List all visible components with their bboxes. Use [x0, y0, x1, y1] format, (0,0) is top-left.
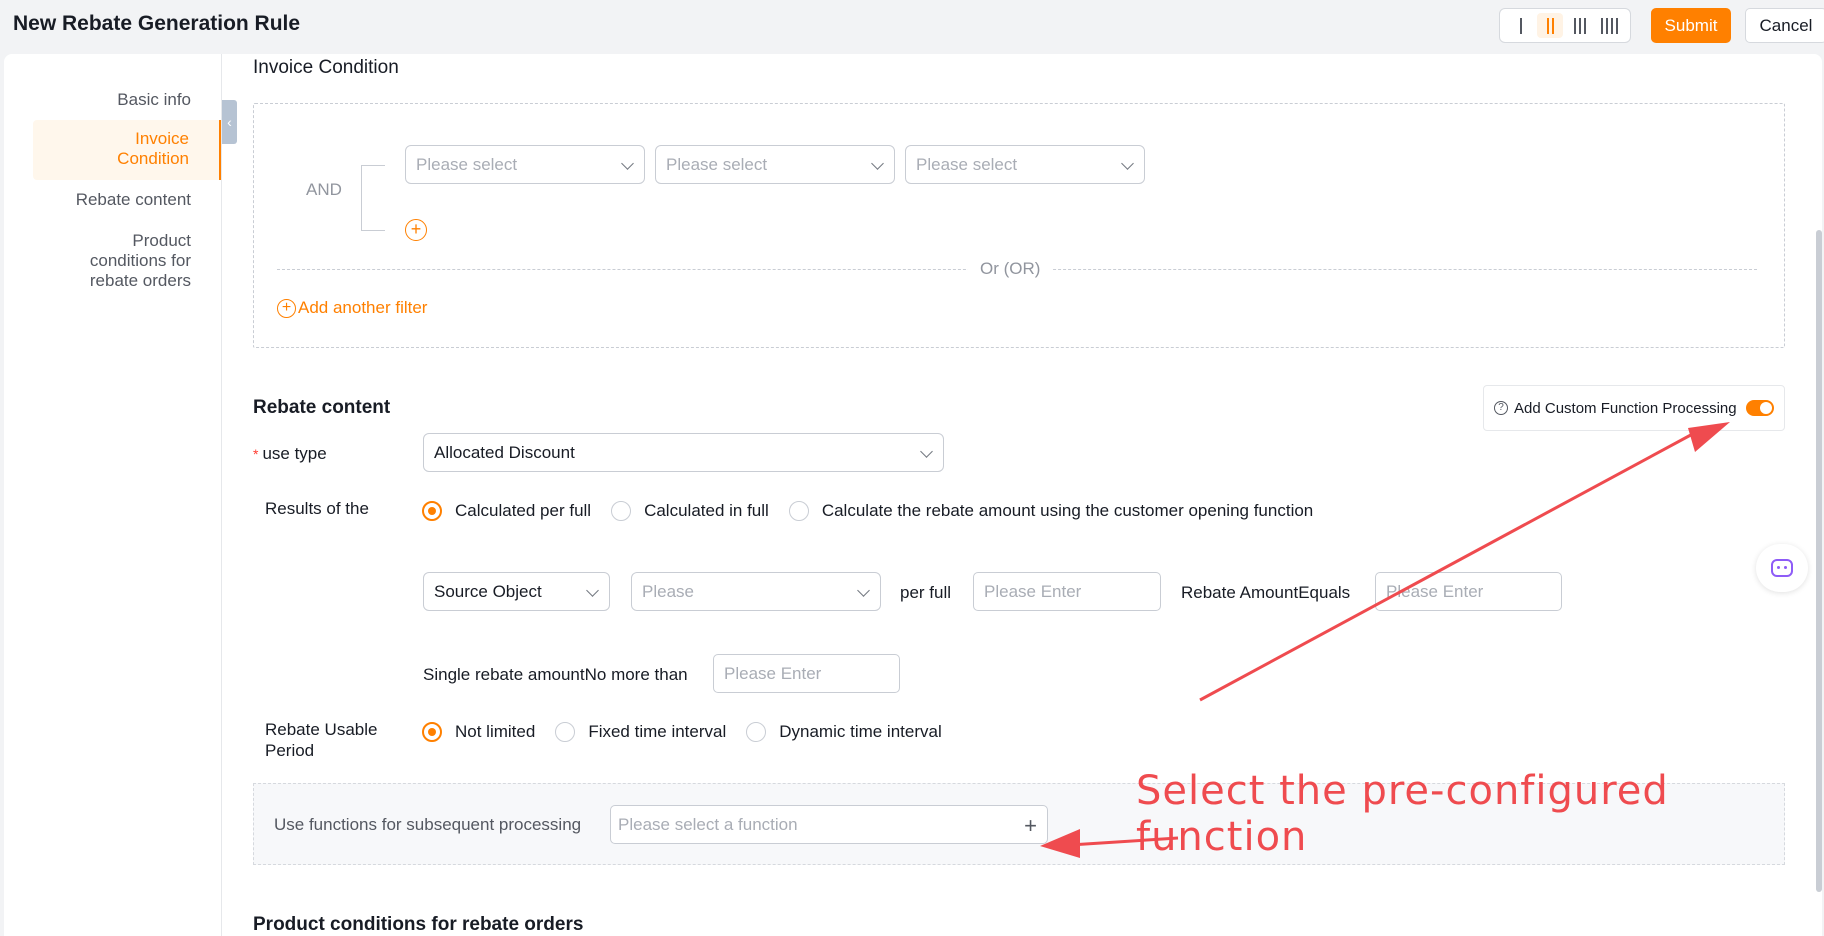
radio-label: Calculate the rebate amount using the cu… [821, 501, 1314, 520]
use-type-select[interactable]: Allocated Discount [423, 433, 944, 472]
chevron-left-icon: ‹ [227, 114, 232, 130]
chevron-down-icon [621, 157, 634, 170]
select-placeholder: Please [642, 581, 694, 601]
use-type-label-text: use type [262, 444, 327, 463]
radio-dynamic-time-interval[interactable]: Dynamic time interval [746, 722, 942, 742]
sidebar-collapse-button[interactable]: ‹ [222, 100, 237, 144]
single-rebate-label: Single rebate amountNo more than [423, 665, 688, 684]
add-condition-icon[interactable]: + [405, 219, 427, 241]
annotation-text: Select the pre-configured function [1136, 768, 1669, 860]
radio-checked-icon [422, 722, 442, 742]
page-title: New Rebate Generation Rule [13, 12, 301, 35]
chevron-down-icon [857, 584, 870, 597]
function-select[interactable]: Please select a function + [610, 805, 1048, 844]
layout-4-column-button[interactable] [1596, 13, 1622, 38]
chevron-down-icon [1121, 157, 1134, 170]
assistant-bot-button[interactable] [1756, 544, 1808, 592]
product-conditions-title: Product conditions for rebate orders [253, 914, 584, 935]
subsequent-processing-label: Use functions for subsequent processing [274, 815, 582, 834]
select-placeholder: Please select [916, 154, 1018, 174]
sidebar-item-basic-info[interactable]: Basic info [117, 90, 191, 110]
use-type-label: * use type [253, 443, 327, 465]
submit-button[interactable]: Submit [1651, 8, 1731, 43]
radio-unchecked-icon [746, 722, 767, 742]
source-object-select[interactable]: Source Object [423, 572, 610, 611]
sidebar-item-label: Invoice Condition [117, 129, 189, 168]
radio-label: Fixed time interval [588, 722, 727, 741]
usable-period-label: Rebate Usable Period [265, 720, 378, 760]
radio-label: Calculated per full [455, 501, 592, 520]
results-label: Results of the [265, 499, 369, 518]
and-bracket [361, 165, 385, 231]
chevron-down-icon [871, 157, 884, 170]
radio-unchecked-icon [611, 501, 632, 521]
and-label: AND [306, 180, 342, 199]
per-full-input[interactable]: Please Enter [973, 572, 1161, 611]
plus-circle-icon: + [277, 298, 296, 318]
custom-function-box: ? Add Custom Function Processing [1483, 385, 1785, 431]
function-placeholder: Please select a function [618, 814, 798, 834]
usable-period-radio-group: Not limited Fixed time interval Dynamic … [422, 722, 962, 742]
layout-2-column-button[interactable] [1537, 13, 1564, 38]
single-rebate-input[interactable]: Please Enter [713, 654, 900, 693]
layout-3-column-button[interactable] [1567, 13, 1593, 38]
radio-checked-icon [422, 501, 442, 521]
source-object-value: Source Object [434, 581, 542, 601]
sidebar-nav: Basic info Invoice Condition Rebate cont… [4, 54, 222, 936]
rebate-amount-input[interactable]: Please Enter [1375, 572, 1562, 611]
value-select[interactable]: Please select [905, 145, 1145, 184]
required-marker: * [253, 446, 259, 462]
help-icon[interactable]: ? [1494, 401, 1508, 415]
invoice-condition-title: Invoice Condition [253, 57, 399, 78]
add-another-filter-link[interactable]: + Add another filter [277, 298, 427, 318]
custom-function-toggle[interactable] [1746, 400, 1774, 416]
plus-icon[interactable]: + [1024, 813, 1037, 839]
radio-calculated-per-full[interactable]: Calculated per full [422, 501, 591, 521]
radio-label: Dynamic time interval [779, 722, 942, 741]
radio-not-limited[interactable]: Not limited [422, 722, 535, 742]
per-full-label: per full [900, 583, 952, 602]
results-radio-group: Calculated per full Calculated in full C… [422, 501, 1333, 521]
sidebar-item-invoice-condition[interactable]: Invoice Condition [33, 120, 221, 180]
rebate-amount-equals-label: Rebate AmountEquals [1181, 583, 1351, 602]
select-placeholder: Please select [416, 154, 518, 174]
top-bar: New Rebate Generation Rule Submit Cancel [0, 0, 1824, 54]
chevron-down-icon [586, 584, 599, 597]
layout-switcher [1499, 8, 1631, 43]
custom-function-label: Add Custom Function Processing [1514, 399, 1737, 417]
layout-1-column-button[interactable] [1508, 13, 1534, 38]
radio-calculated-in-full[interactable]: Calculated in full [611, 501, 769, 521]
sidebar-item-rebate-content[interactable]: Rebate content [76, 190, 191, 210]
or-label: Or (OR) [968, 259, 1053, 279]
robot-icon [1771, 559, 1793, 577]
radio-unchecked-icon [555, 722, 576, 742]
radio-fixed-time-interval[interactable]: Fixed time interval [555, 722, 726, 742]
sidebar-item-product-conditions[interactable]: Product conditions for rebate orders [61, 231, 191, 291]
radio-label: Not limited [455, 722, 536, 741]
rebate-content-title: Rebate content [253, 397, 391, 418]
chevron-down-icon [920, 445, 933, 458]
radio-label: Calculated in full [644, 501, 769, 520]
operator-select[interactable]: Please select [655, 145, 895, 184]
radio-customer-opening-function[interactable]: Calculate the rebate amount using the cu… [788, 501, 1314, 521]
field-select[interactable]: Please select [405, 145, 645, 184]
filter-group-box [253, 103, 1785, 348]
select-placeholder: Please select [666, 154, 768, 174]
field-select[interactable]: Please [631, 572, 881, 611]
cancel-button[interactable]: Cancel [1745, 8, 1824, 43]
add-filter-label: Add another filter [298, 298, 428, 317]
bar-icon [1519, 17, 1522, 34]
radio-unchecked-icon [788, 501, 809, 521]
use-type-value: Allocated Discount [434, 442, 575, 462]
